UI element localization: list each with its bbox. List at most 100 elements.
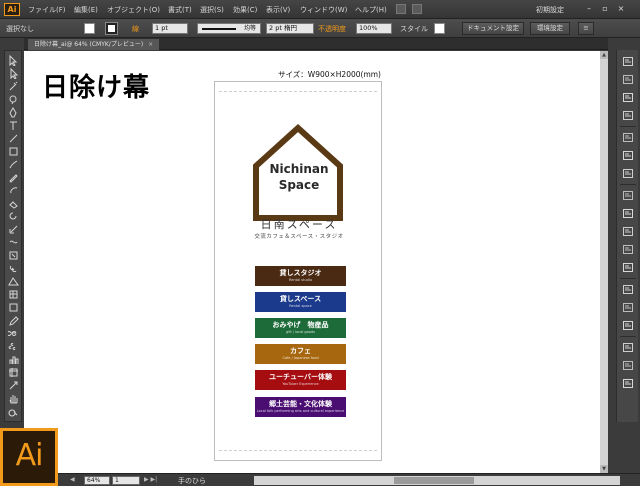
service-bar[interactable]: ユーチューバー体験 YouTuber Experience [255,370,346,390]
brush-dropdown[interactable]: 2 pt 楕円 [266,23,314,34]
appearance-icon[interactable] [622,168,634,179]
artboard-prev-icon[interactable]: ◀ [70,476,75,483]
arrange-documents-icon[interactable] [412,4,422,14]
paragraph-icon[interactable] [622,320,634,331]
scroll-thumb[interactable] [394,477,474,484]
selection-tool-icon[interactable] [8,55,19,66]
japanese-subtitle: 交流カフェ＆スペース・スタジオ [254,234,344,240]
direct-selection-tool-icon[interactable] [8,68,19,79]
service-bar-label: カフェ [290,347,311,355]
bridge-icon[interactable] [396,4,406,14]
service-bar[interactable]: 貸しスペース Rental space [255,292,346,312]
fill-swatch[interactable] [84,23,95,34]
rotate-tool-icon[interactable] [8,211,19,222]
lasso-tool-icon[interactable] [8,94,19,105]
banner-artboard[interactable]: Nichinan Space 日南スペース 交流カフェ＆スペース・スタジオ 貸し… [214,81,382,461]
menu-help[interactable]: ヘルプ(H) [355,5,387,15]
document-tab[interactable]: 日除け幕_ai@ 64% (CMYK/プレビュー) × [28,39,160,50]
stroke-icon[interactable] [622,208,634,219]
service-bar[interactable]: 貸しスタジオ Rental studio [255,266,346,286]
character-icon[interactable] [622,302,634,313]
line-tool-icon[interactable] [8,133,19,144]
eyedropper-tool-icon[interactable] [8,315,19,326]
align-options-icon[interactable]: ≡ [578,22,594,35]
zoom-tool-icon[interactable] [8,406,19,417]
dock-separator [620,278,636,279]
artboard-next-icon[interactable]: ▶ ▶| [144,476,157,483]
perspective-grid-tool-icon[interactable] [8,276,19,287]
document-setup-button[interactable]: ドキュメント設定 [462,22,524,35]
brushes-icon[interactable] [622,110,634,121]
stroke-label[interactable]: 線 [132,24,139,34]
horizontal-scrollbar[interactable] [254,476,620,485]
slice-tool-icon[interactable] [8,380,19,391]
artboards-icon[interactable] [622,378,634,389]
artboard-number-dropdown[interactable]: 1 [112,476,140,485]
service-bar[interactable]: 郷土芸能・文化体験 Local folk performing arts and… [255,397,346,417]
zoom-dropdown[interactable]: 64% [84,476,110,485]
close-icon[interactable]: × [616,4,626,14]
scale-tool-icon[interactable] [8,224,19,235]
transparency-icon[interactable] [622,244,634,255]
hand-tool-icon[interactable] [8,393,19,404]
service-bar-sublabel: Rental studio [289,278,312,282]
symbol-sprayer-tool-icon[interactable] [8,341,19,352]
preferences-button[interactable]: 環境設定 [530,22,570,35]
type-tool-icon[interactable] [8,120,19,131]
stroke-profile-dropdown[interactable]: 均等 [197,23,261,34]
transform-icon[interactable] [622,284,634,295]
paintbrush-tool-icon[interactable] [8,159,19,170]
symbols-icon[interactable] [622,132,634,143]
vertical-scrollbar[interactable]: ▲ ▼ [600,51,608,473]
scroll-up-icon[interactable]: ▲ [600,51,608,59]
width-tool-icon[interactable] [8,237,19,248]
stroke-swatch[interactable] [105,22,118,35]
status-bar: 64% ◀ 1 ▶ ▶| 手のひら [24,473,640,486]
blob-brush-tool-icon[interactable] [8,185,19,196]
free-transform-tool-icon[interactable] [8,250,19,261]
opentype-icon[interactable] [622,342,634,353]
opacity-label[interactable]: 不透明度 [318,24,346,34]
menu-file[interactable]: ファイル(F) [28,5,66,15]
links-icon[interactable] [622,360,634,371]
pen-tool-icon[interactable] [8,107,19,118]
menu-select[interactable]: 選択(S) [200,5,224,15]
menu-effect[interactable]: 効果(C) [233,5,257,15]
service-bar-label: 貸しスタジオ [279,269,322,277]
menu-object[interactable]: オブジェクト(O) [107,5,160,15]
service-bar[interactable]: おみやげ 物産品 gift / local goods [255,318,346,338]
stroke-weight-field[interactable]: 1 pt [152,23,188,34]
menu-view[interactable]: 表示(V) [266,5,290,15]
swatches-icon[interactable] [622,92,634,103]
align-icon[interactable] [622,262,634,273]
eraser-tool-icon[interactable] [8,198,19,209]
workspace-switcher[interactable]: 初期設定 [536,5,564,15]
service-bar[interactable]: カフェ Cafe / Japanese food [255,344,346,364]
opacity-field[interactable]: 100% [356,23,392,34]
blend-tool-icon[interactable] [8,328,19,339]
layers-icon[interactable] [622,190,634,201]
artboard-tool-icon[interactable] [8,367,19,378]
scroll-down-icon[interactable]: ▼ [600,465,608,473]
menu-edit[interactable]: 編集(E) [74,5,98,15]
minimize-icon[interactable]: – [584,4,594,14]
style-label: スタイル [400,25,428,33]
tab-close-icon[interactable]: × [148,41,153,48]
graphic-styles-icon[interactable] [622,150,634,161]
menu-window[interactable]: ウィンドウ(W) [300,5,347,15]
service-bar-sublabel: YouTuber Experience [282,382,319,386]
color-panel-icon[interactable] [622,56,634,67]
gradient-icon[interactable] [622,226,634,237]
mesh-tool-icon[interactable] [8,289,19,300]
color-guide-icon[interactable] [622,74,634,85]
pencil-tool-icon[interactable] [8,172,19,183]
maximize-icon[interactable]: ▫ [600,4,610,14]
canvas[interactable]: 日除け幕 サイズ：W900×H2000(mm) Nichinan Space 日… [24,51,608,473]
shape-builder-tool-icon[interactable] [8,263,19,274]
column-graph-tool-icon[interactable] [8,354,19,365]
magic-wand-tool-icon[interactable] [8,81,19,92]
gradient-tool-icon[interactable] [8,302,19,313]
menu-type[interactable]: 書式(T) [168,5,192,15]
rectangle-tool-icon[interactable] [8,146,19,157]
graphic-style-swatch[interactable] [434,23,445,34]
